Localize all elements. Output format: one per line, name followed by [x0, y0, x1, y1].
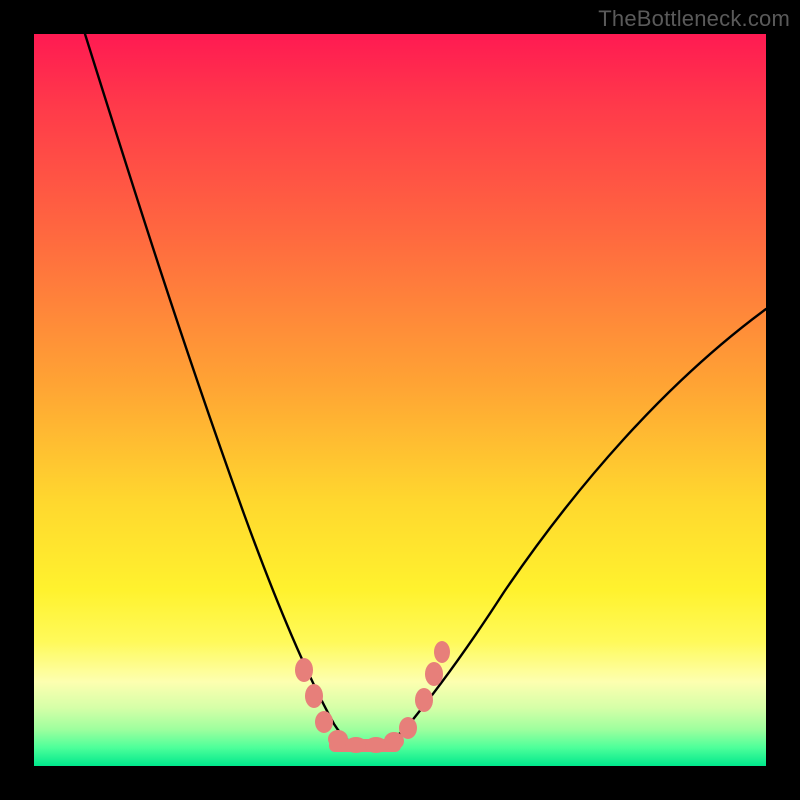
plot-area	[34, 34, 766, 766]
bead-marker	[328, 730, 348, 748]
bead-marker	[415, 688, 433, 712]
bead-marker	[425, 662, 443, 686]
bead-marker	[365, 737, 387, 753]
outer-frame: TheBottleneck.com	[0, 0, 800, 800]
bead-marker	[295, 658, 313, 682]
watermark-text: TheBottleneck.com	[598, 6, 790, 32]
bead-marker	[345, 737, 367, 753]
curve-left	[85, 34, 364, 746]
bead-marker	[434, 641, 450, 663]
curve-right	[364, 309, 766, 746]
bead-marker	[399, 717, 417, 739]
bead-marker	[305, 684, 323, 708]
bead-marker	[315, 711, 333, 733]
chart-svg	[34, 34, 766, 766]
